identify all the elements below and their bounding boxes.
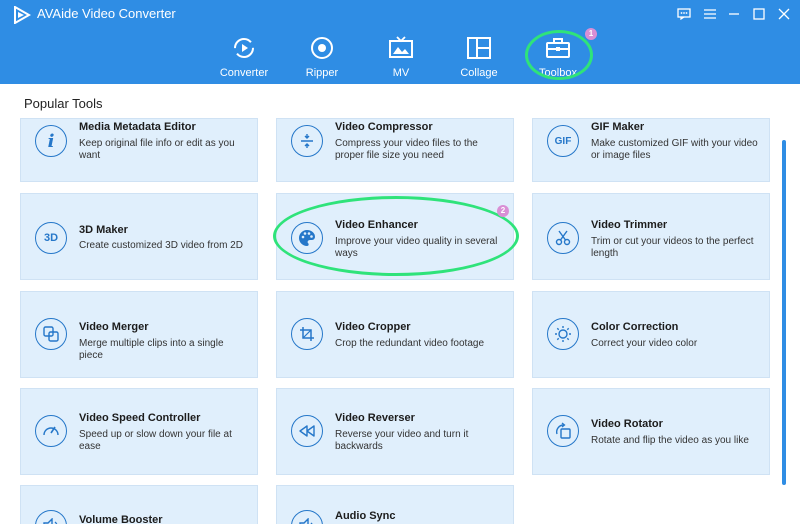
tool-tile-audio-sync[interactable]: Audio Sync bbox=[276, 485, 514, 524]
maximize-icon bbox=[753, 8, 765, 20]
app-title: AVAide Video Converter bbox=[37, 6, 176, 21]
sun-icon bbox=[547, 318, 579, 350]
tool-title: Video Compressor bbox=[335, 121, 433, 133]
tool-tile-media-metadata-editor[interactable]: i Media Metadata Editor Keep original fi… bbox=[20, 118, 258, 182]
tool-tile-video-speed-controller[interactable]: Video Speed Controller Speed up or slow … bbox=[20, 388, 258, 475]
minimize-button[interactable] bbox=[723, 4, 745, 24]
tool-title: Color Correction bbox=[591, 321, 679, 333]
audio-sync-icon bbox=[291, 510, 323, 524]
section-title: Popular Tools bbox=[24, 96, 103, 111]
step-badge-1: 1 bbox=[585, 28, 597, 40]
tab-mv[interactable]: MV bbox=[366, 34, 436, 80]
tool-title: Video Trimmer bbox=[591, 219, 668, 231]
menu-button[interactable] bbox=[699, 4, 721, 24]
converter-icon bbox=[234, 38, 254, 58]
tool-tile-video-cropper[interactable]: Video Cropper Crop the redundant video f… bbox=[276, 291, 514, 378]
tool-tile-volume-booster[interactable]: Volume Booster bbox=[20, 485, 258, 524]
tab-toolbox[interactable]: Toolbox bbox=[523, 34, 593, 80]
speedometer-icon bbox=[35, 415, 67, 447]
tool-title: Video Speed Controller bbox=[79, 412, 201, 424]
toolbox-icon bbox=[546, 38, 570, 58]
menu-icon bbox=[704, 9, 716, 19]
tool-title: Video Enhancer bbox=[335, 219, 418, 231]
feedback-icon bbox=[677, 8, 691, 20]
tool-description: Make customized GIF with your video or i… bbox=[591, 138, 758, 161]
tool-tile-color-correction[interactable]: Color Correction Correct your video colo… bbox=[532, 291, 770, 378]
tab-label: Ripper bbox=[305, 67, 339, 79]
maximize-button[interactable] bbox=[748, 4, 770, 24]
palette-icon bbox=[291, 222, 323, 254]
tool-description: Create customized 3D video from 2D bbox=[79, 240, 243, 251]
tool-description: Reverse your video and turn it backwards bbox=[335, 429, 469, 452]
tab-label: MV bbox=[392, 67, 410, 79]
ripper-icon bbox=[311, 37, 333, 59]
tool-tile-video-rotator[interactable]: Video Rotator Rotate and flip the video … bbox=[532, 388, 770, 475]
tool-title: GIF Maker bbox=[591, 121, 645, 133]
volume-icon bbox=[35, 510, 67, 524]
feedback-button[interactable] bbox=[673, 4, 695, 24]
step-badge-2: 2 bbox=[497, 205, 509, 217]
tab-ripper[interactable]: Ripper bbox=[287, 34, 357, 80]
tool-tile-3d-maker[interactable]: 3D 3D Maker Create customized 3D video f… bbox=[20, 193, 258, 280]
close-icon bbox=[778, 8, 790, 20]
3d-icon: 3D bbox=[35, 222, 67, 254]
tool-title: Video Reverser bbox=[335, 412, 415, 424]
collage-icon bbox=[467, 37, 491, 59]
tool-tile-video-trimmer[interactable]: Video Trimmer Trim or cut your videos to… bbox=[532, 193, 770, 280]
tab-label: Converter bbox=[219, 67, 269, 79]
title-bar: AVAide Video Converter Converter Ripper bbox=[0, 0, 800, 84]
scrollbar-thumb[interactable] bbox=[782, 140, 786, 485]
gif-icon: GIF bbox=[547, 125, 579, 157]
tab-collage[interactable]: Collage bbox=[444, 34, 514, 80]
crop-icon bbox=[291, 318, 323, 350]
tool-description: Trim or cut your videos to the perfect l… bbox=[591, 236, 754, 259]
tool-tile-video-merger[interactable]: Video Merger Merge multiple clips into a… bbox=[20, 291, 258, 378]
compress-icon bbox=[291, 125, 323, 157]
tool-tile-gif-maker[interactable]: GIF GIF Maker Make customized GIF with y… bbox=[532, 118, 770, 182]
tool-description: Improve your video quality in several wa… bbox=[335, 236, 498, 259]
close-button[interactable] bbox=[773, 4, 795, 24]
scissors-icon bbox=[547, 222, 579, 254]
tool-description: Compress your video files to the proper … bbox=[335, 138, 478, 161]
tool-description: Crop the redundant video footage bbox=[335, 338, 484, 349]
tool-description: Speed up or slow down your file at ease bbox=[79, 429, 232, 452]
tab-label: Toolbox bbox=[539, 67, 577, 79]
mv-icon bbox=[389, 36, 413, 58]
tool-title: Video Rotator bbox=[591, 418, 663, 430]
tool-title: 3D Maker bbox=[79, 224, 128, 236]
tool-tile-video-reverser[interactable]: Video Reverser Reverse your video and tu… bbox=[276, 388, 514, 475]
minimize-icon bbox=[729, 13, 739, 15]
tool-title: Video Cropper bbox=[335, 321, 411, 333]
merge-icon bbox=[35, 318, 67, 350]
app-logo-icon bbox=[14, 6, 31, 24]
tool-description: Merge multiple clips into a single piece bbox=[79, 338, 224, 361]
tab-converter[interactable]: Converter bbox=[209, 34, 279, 80]
tool-description: Correct your video color bbox=[591, 338, 698, 349]
tool-tile-video-enhancer[interactable]: Video Enhancer Improve your video qualit… bbox=[276, 193, 514, 280]
tool-description: Rotate and flip the video as you like bbox=[591, 435, 749, 446]
tab-label: Collage bbox=[460, 67, 498, 79]
rotate-icon bbox=[547, 415, 579, 447]
tool-title: Volume Booster bbox=[79, 514, 163, 524]
info-icon: i bbox=[35, 125, 67, 157]
tool-description: Keep original file info or edit as you w… bbox=[79, 138, 235, 161]
tool-tile-video-compressor[interactable]: Video Compressor Compress your video fil… bbox=[276, 118, 514, 182]
rewind-icon bbox=[291, 415, 323, 447]
tool-title: Audio Sync bbox=[335, 510, 396, 522]
tool-title: Video Merger bbox=[79, 321, 149, 333]
tool-title: Media Metadata Editor bbox=[79, 121, 196, 133]
